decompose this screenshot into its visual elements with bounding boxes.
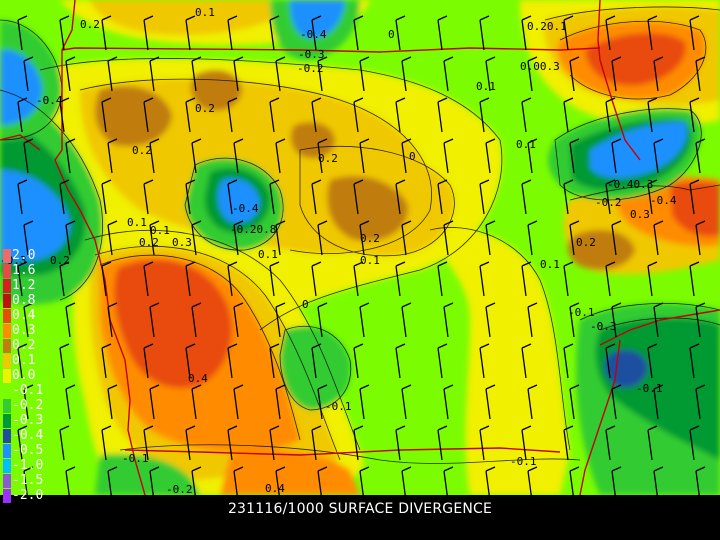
contour-label: -0.2 [297, 62, 324, 75]
map-panel: 0.2 0.1 -0.4 -0.3 -0.2 0 0.20.1 0.00.3 -… [0, 0, 720, 495]
contour-label: 0.2 [576, 236, 596, 249]
legend-swatch [3, 429, 11, 443]
contour-label: 0.2 [360, 232, 380, 245]
legend-swatch [3, 339, 11, 353]
contour-label: -0.3 [590, 320, 617, 333]
contour-label: 0.1 [195, 6, 215, 19]
legend-label: 0.1 [12, 353, 36, 368]
legend-item: -0.4 [0, 428, 60, 443]
contour-label: -0.20.8 [230, 223, 276, 236]
legend-label: -0.2 [12, 398, 44, 413]
contour-label: -0.4 [232, 202, 259, 215]
legend-item: 0.8 [0, 293, 60, 308]
contour-label: 0.3 [172, 236, 192, 249]
contour-label: -0.1 [636, 382, 663, 395]
legend-swatch [3, 309, 11, 323]
legend-label: 1.2 [12, 278, 36, 293]
contour-label: -0.4 [300, 28, 327, 41]
contour-label: 0.2 [318, 152, 338, 165]
legend-item: 0.4 [0, 308, 60, 323]
legend-item: -0.2 [0, 398, 60, 413]
legend-label: -1.0 [12, 458, 44, 473]
legend-swatch [3, 324, 11, 338]
legend-item: 0.2 [0, 338, 60, 353]
legend-label: 0.4 [12, 308, 36, 323]
contour-label: 0.1 [540, 258, 560, 271]
legend-swatch [3, 264, 11, 278]
legend-item: -1.0 [0, 458, 60, 473]
legend-swatch [3, 474, 11, 488]
legend-item: -0.5 [0, 443, 60, 458]
color-legend: 2.0 1.6 1.2 0.8 0.4 0.3 0.2 0.1 0.0 -0.1 -0.2 -0.3-… [0, 248, 60, 503]
legend-label: 2.0 [12, 248, 36, 263]
legend-label: -0.3 [12, 413, 44, 428]
legend-item: -0.3 [0, 413, 60, 428]
legend-item: -0.1 [0, 383, 60, 398]
legend-swatch [3, 384, 11, 398]
legend-swatch [3, 414, 11, 428]
legend-label: -0.5 [12, 443, 44, 458]
legend-swatch [3, 279, 11, 293]
legend-item: -1.5 [0, 473, 60, 488]
contour-label: 0.4 [188, 372, 208, 385]
legend-label: 1.6 [12, 263, 36, 278]
legend-swatch [3, 369, 11, 383]
contour-label: 0 [388, 28, 395, 41]
contour-label: 0.00.3 [520, 60, 560, 73]
legend-label: 0.8 [12, 293, 36, 308]
contour-label: -0.40.3 [607, 178, 653, 191]
contour-label: 0 [409, 150, 416, 163]
contour-label: 0.1 [360, 254, 380, 267]
contour-label: 0.1 [127, 216, 147, 229]
legend-label: -1.5 [12, 473, 44, 488]
map-title: 231116/1000 SURFACE DIVERGENCE [227, 501, 493, 517]
contour-label: -0.2 [166, 483, 193, 495]
legend-swatch [3, 354, 11, 368]
legend-swatch [3, 459, 11, 473]
legend-item: 0.1 [0, 353, 60, 368]
contour-label: -0.1 [122, 452, 149, 465]
contour-label: 0.1 [516, 138, 536, 151]
contour-label: -0.4 [36, 94, 63, 107]
legend-label: 0.0 [12, 368, 36, 383]
legend-swatch [3, 294, 11, 308]
contour-label: 0.1 [476, 80, 496, 93]
legend-item: 1.2 [0, 278, 60, 293]
contour-label: 0.2 [132, 144, 152, 157]
contour-label: 0.2 [195, 102, 215, 115]
legend-label: -0.1 [12, 383, 44, 398]
contour-label: -0.1 [568, 306, 595, 319]
divergence-contour-map: 0.2 0.1 -0.4 -0.3 -0.2 0 0.20.1 0.00.3 -… [0, 0, 720, 495]
legend-item: 0.3 [0, 323, 60, 338]
contour-label: 0.3 [630, 208, 650, 221]
contour-label: 0.1 [258, 248, 278, 261]
contour-label: -0.1 [325, 400, 352, 413]
contour-label: 0.4 [265, 482, 285, 495]
legend-swatch [3, 444, 11, 458]
contour-label: -0.3 [298, 48, 325, 61]
legend-item: 1.6 [0, 263, 60, 278]
contour-label: -0.1 [510, 455, 537, 468]
legend-label: -0.4 [12, 428, 44, 443]
contour-label: -0.2 [595, 196, 622, 209]
contour-label: 0.2 [139, 236, 159, 249]
contour-label: -0.4 [650, 194, 677, 207]
contour-label: 0.2 [80, 18, 100, 31]
legend-item: 2.0 [0, 248, 60, 263]
legend-label: 0.3 [12, 323, 36, 338]
contour-label: 0.20.1 [527, 20, 567, 33]
legend-item: 0.0 [0, 368, 60, 383]
contour-label: 0 [302, 298, 309, 311]
legend-swatch [3, 249, 11, 263]
legend-swatch [3, 399, 11, 413]
legend-label: 0.2 [12, 338, 36, 353]
